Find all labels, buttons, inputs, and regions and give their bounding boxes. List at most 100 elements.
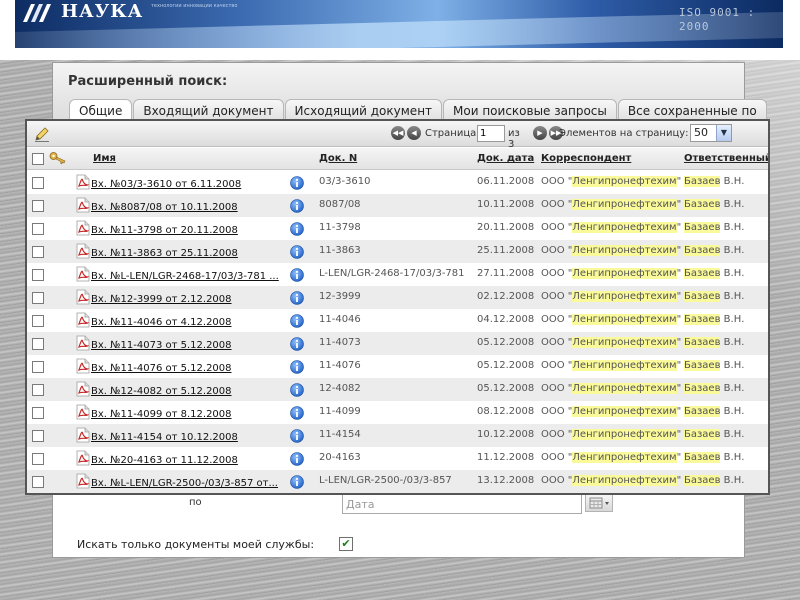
row-checkbox[interactable] <box>32 292 44 304</box>
table-row: Вх. №L-LEN/LGR-2468-17/03/3-781 ... L-LEN… <box>27 263 768 286</box>
column-header-name[interactable]: Имя <box>93 153 116 164</box>
info-icon[interactable] <box>290 199 304 213</box>
correspondent-highlight: Ленгипронефтехим <box>572 429 677 440</box>
calendar-button[interactable] <box>585 494 613 512</box>
pager-page-label: Страница <box>425 128 477 139</box>
document-link[interactable]: Вх. №8087/08 от 10.11.2008 <box>91 202 238 213</box>
correspondent-cell: ООО "Ленгипронефтехим" <box>541 383 681 394</box>
document-link[interactable]: Вх. №11-4046 от 4.12.2008 <box>91 317 232 328</box>
correspondent-highlight: Ленгипронефтехим <box>572 222 677 233</box>
correspondent-prefix: ООО " <box>541 199 573 210</box>
doc-date-cell: 11.12.2008 <box>477 452 535 463</box>
info-icon[interactable] <box>290 222 304 236</box>
row-checkbox[interactable] <box>32 361 44 373</box>
correspondent-suffix: " <box>676 475 682 486</box>
row-checkbox[interactable] <box>32 177 44 189</box>
column-header-doc-number[interactable]: Док. N <box>319 153 357 164</box>
only-my-service-checkbox[interactable]: ✔ <box>339 537 353 551</box>
info-icon[interactable] <box>290 475 304 489</box>
responsible-suffix: В.Н. <box>720 222 745 233</box>
correspondent-highlight: Ленгипронефтехим <box>572 314 677 325</box>
responsible-highlight: Базаев <box>684 383 721 394</box>
table-row: Вх. №11-4099 от 8.12.2008 11-4099 08.12.20… <box>27 401 768 424</box>
responsible-cell: Базаев В.Н. <box>684 429 744 440</box>
correspondent-suffix: " <box>676 176 682 187</box>
row-checkbox[interactable] <box>32 338 44 350</box>
info-icon[interactable] <box>290 383 304 397</box>
table-row: Вх. №12-3999 от 2.12.2008 12-3999 02.12.20… <box>27 286 768 309</box>
correspondent-prefix: ООО " <box>541 452 573 463</box>
correspondent-suffix: " <box>676 337 682 348</box>
correspondent-highlight: Ленгипронефтехим <box>572 452 677 463</box>
correspondent-suffix: " <box>676 268 682 279</box>
logo-subtitle: технологии инновации качество <box>151 3 238 9</box>
document-link[interactable]: Вх. №12-4082 от 5.12.2008 <box>91 386 232 397</box>
correspondent-highlight: Ленгипронефтехим <box>572 199 677 210</box>
correspondent-highlight: Ленгипронефтехим <box>572 176 677 187</box>
responsible-suffix: В.Н. <box>720 337 745 348</box>
row-checkbox[interactable] <box>32 384 44 396</box>
row-checkbox[interactable] <box>32 315 44 327</box>
pdf-icon <box>76 450 90 466</box>
correspondent-suffix: " <box>676 429 682 440</box>
date-to-input[interactable] <box>342 494 582 514</box>
pdf-icon <box>76 197 90 213</box>
correspondent-cell: ООО "Ленгипронефтехим" <box>541 406 681 417</box>
pdf-icon <box>76 174 90 190</box>
info-icon[interactable] <box>290 337 304 351</box>
column-header-doc-date[interactable]: Док. дата <box>477 153 534 164</box>
correspondent-highlight: Ленгипронефтехим <box>572 406 677 417</box>
info-icon[interactable] <box>290 429 304 443</box>
per-page-select[interactable]: 50 ▼ <box>690 124 732 142</box>
pager-total: из 3 <box>508 128 520 150</box>
document-link[interactable]: Вх. №20-4163 от 11.12.2008 <box>91 455 238 466</box>
info-icon[interactable] <box>290 452 304 466</box>
info-icon[interactable] <box>290 176 304 190</box>
column-header-responsible[interactable]: Ответственный <box>684 153 768 164</box>
info-icon[interactable] <box>290 314 304 328</box>
document-link[interactable]: Вх. №11-4076 от 5.12.2008 <box>91 363 232 374</box>
doc-number-cell: 11-3863 <box>319 245 361 256</box>
header-banner: НАУКА технологии инновации качество ISO … <box>15 0 783 48</box>
info-icon[interactable] <box>290 360 304 374</box>
next-page-button[interactable]: ▶ <box>533 126 547 140</box>
row-checkbox[interactable] <box>32 269 44 281</box>
doc-date-cell: 05.12.2008 <box>477 383 535 394</box>
row-checkbox[interactable] <box>32 476 44 488</box>
row-checkbox[interactable] <box>32 223 44 235</box>
document-link[interactable]: Вх. №L-LEN/LGR-2468-17/03/3-781 ... <box>91 271 279 282</box>
pdf-icon <box>76 335 90 351</box>
correspondent-highlight: Ленгипронефтехим <box>572 360 677 371</box>
table-row: Вх. №11-4154 от 10.12.2008 11-4154 10.12.2… <box>27 424 768 447</box>
document-link[interactable]: Вх. №11-3798 от 20.11.2008 <box>91 225 238 236</box>
info-icon[interactable] <box>290 291 304 305</box>
doc-number-cell: 11-4076 <box>319 360 361 371</box>
correspondent-cell: ООО "Ленгипронефтехим" <box>541 222 681 233</box>
document-link[interactable]: Вх. №11-4099 от 8.12.2008 <box>91 409 232 420</box>
row-checkbox[interactable] <box>32 407 44 419</box>
row-checkbox[interactable] <box>32 246 44 258</box>
info-icon[interactable] <box>290 406 304 420</box>
row-checkbox[interactable] <box>32 453 44 465</box>
correspondent-prefix: ООО " <box>541 475 573 486</box>
doc-date-cell: 13.12.2008 <box>477 475 535 486</box>
only-my-service-label: Искать только документы моей службы: <box>77 538 315 551</box>
document-link[interactable]: Вх. №12-3999 от 2.12.2008 <box>91 294 232 305</box>
document-link[interactable]: Вх. №11-4073 от 5.12.2008 <box>91 340 232 351</box>
document-link[interactable]: Вх. №11-4154 от 10.12.2008 <box>91 432 238 443</box>
document-link[interactable]: Вх. №03/3-3610 от 6.11.2008 <box>91 179 241 190</box>
page-number-input[interactable] <box>477 125 505 142</box>
select-all-checkbox[interactable] <box>32 153 44 165</box>
column-header-correspondent[interactable]: Корреспондент <box>541 153 631 164</box>
document-link[interactable]: Вх. №L-LEN/LGR-2500-/03/3-857 от... <box>91 478 278 489</box>
row-checkbox[interactable] <box>32 200 44 212</box>
info-icon[interactable] <box>290 245 304 259</box>
prev-page-button[interactable]: ◀ <box>407 126 421 140</box>
document-link[interactable]: Вх. №11-3863 от 25.11.2008 <box>91 248 238 259</box>
responsible-cell: Базаев В.Н. <box>684 383 744 394</box>
responsible-suffix: В.Н. <box>720 406 745 417</box>
info-icon[interactable] <box>290 268 304 282</box>
row-checkbox[interactable] <box>32 430 44 442</box>
first-page-button[interactable]: ◀◀ <box>391 126 405 140</box>
edit-icon[interactable] <box>33 125 51 143</box>
